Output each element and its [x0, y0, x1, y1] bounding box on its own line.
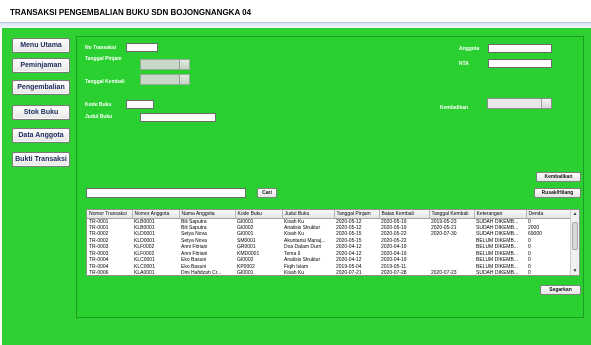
- no-transaksi-label: No Transaksi: [85, 45, 117, 51]
- transaction-panel: No Transaksi Tanggal Pinjam Tanggal Kemb…: [76, 36, 584, 318]
- column-header[interactable]: Judul Buku: [282, 210, 335, 219]
- rusak-hilang-button[interactable]: Rusak/Hilang: [534, 188, 581, 198]
- kembalikan-date-label: Kembalikan: [440, 105, 469, 111]
- table-body: TR-0001 KLB0001 Bili Saputra GI0001 Kisah Ku…: [87, 218, 572, 276]
- table-cell: TR-0006: [89, 270, 109, 276]
- menu-utama-button[interactable]: Menu Utama: [12, 38, 70, 53]
- column-header[interactable]: Batas Kembali: [379, 210, 430, 219]
- table-cell: KLA0001: [134, 270, 155, 276]
- column-header[interactable]: Keterangan: [474, 210, 527, 219]
- nta-label: NTA: [459, 61, 469, 67]
- anggota-label: Anggota: [459, 46, 480, 52]
- judul-buku-label: Judul Buku: [85, 114, 113, 120]
- table-cell: Dini Hafidzah Cr...: [181, 270, 222, 276]
- tanggal-pinjam-date-picker[interactable]: [140, 59, 190, 70]
- kembalikan-button[interactable]: Kembalikan: [536, 172, 581, 182]
- table-scrollbar[interactable]: ▲ ▼: [570, 210, 579, 275]
- search-input[interactable]: [86, 188, 246, 198]
- pengembalian-button[interactable]: Pengembalian: [12, 80, 70, 95]
- nta-field[interactable]: [488, 59, 552, 68]
- column-header[interactable]: Tanggal Pinjam: [334, 210, 380, 219]
- cari-button[interactable]: Cari: [257, 188, 277, 198]
- segarkan-button[interactable]: Segarkan: [540, 285, 581, 295]
- column-header[interactable]: Kode Buku: [235, 210, 283, 219]
- calendar-dropdown-icon[interactable]: [541, 99, 551, 108]
- table-cell: SUDAH DIKEMB...: [476, 270, 519, 276]
- scroll-up-icon[interactable]: ▲: [571, 210, 579, 218]
- tanggal-kembali-label: Tanggal Kembali: [85, 79, 125, 85]
- table-cell: 2020-07-21: [336, 270, 362, 276]
- app-background: Menu Utama Peminjaman Pengembalian Stok …: [2, 28, 591, 345]
- anggota-field[interactable]: [488, 44, 552, 53]
- calendar-dropdown-icon[interactable]: [179, 75, 189, 84]
- calendar-dropdown-icon[interactable]: [179, 60, 189, 69]
- kembalikan-date-picker[interactable]: [487, 98, 552, 109]
- column-header[interactable]: Tanggal Kembali: [429, 210, 475, 219]
- data-anggota-button[interactable]: Data Anggota: [12, 128, 70, 143]
- table-cell: GI0001: [237, 270, 254, 276]
- table-cell: SUDAH DIKEMB...: [476, 231, 519, 238]
- column-header[interactable]: Nomor Anggota: [132, 210, 180, 219]
- no-transaksi-field[interactable]: [126, 43, 158, 52]
- window-title: TRANSAKSI PENGEMBALIAN BUKU SDN BOJONGNA…: [10, 8, 252, 17]
- judul-buku-field[interactable]: [140, 113, 216, 122]
- scroll-down-icon[interactable]: ▼: [571, 267, 579, 275]
- tanggal-kembali-date-picker[interactable]: [140, 74, 190, 85]
- table-header-row: Nomor Transaksi Nomor Anggota Nama Anggo…: [87, 210, 573, 219]
- table-cell: SUDAH DIKEMB...: [476, 218, 519, 225]
- table-cell: 2020-07-28: [381, 270, 407, 276]
- scroll-thumb[interactable]: [572, 222, 578, 250]
- column-header[interactable]: Nomor Transaksi: [87, 210, 133, 219]
- table-cell: 0: [528, 270, 531, 276]
- table-row[interactable]: TR-0006 KLA0001 Dini Hafidzah Cr... GI0001 K…: [87, 270, 572, 276]
- peminjaman-button[interactable]: Peminjaman: [12, 58, 70, 73]
- bukti-transaksi-button[interactable]: Bukti Transaksi: [12, 152, 70, 167]
- table-cell: Kisah Ku: [284, 270, 305, 276]
- tanggal-pinjam-label: Tanggal Pinjam: [85, 56, 122, 62]
- stok-buku-button[interactable]: Stok Buku: [12, 105, 70, 120]
- kode-buku-label: Kode Buku: [85, 102, 112, 108]
- column-header[interactable]: Nama Anggota: [179, 210, 236, 219]
- table-cell: 2020-07-23: [431, 270, 457, 276]
- kode-buku-field[interactable]: [126, 100, 154, 109]
- transactions-table: Nomor Transaksi Nomor Anggota Nama Anggo…: [86, 209, 580, 276]
- table-cell: SUDAH DIKEMB...: [476, 224, 519, 231]
- column-header[interactable]: Denda: [526, 210, 573, 219]
